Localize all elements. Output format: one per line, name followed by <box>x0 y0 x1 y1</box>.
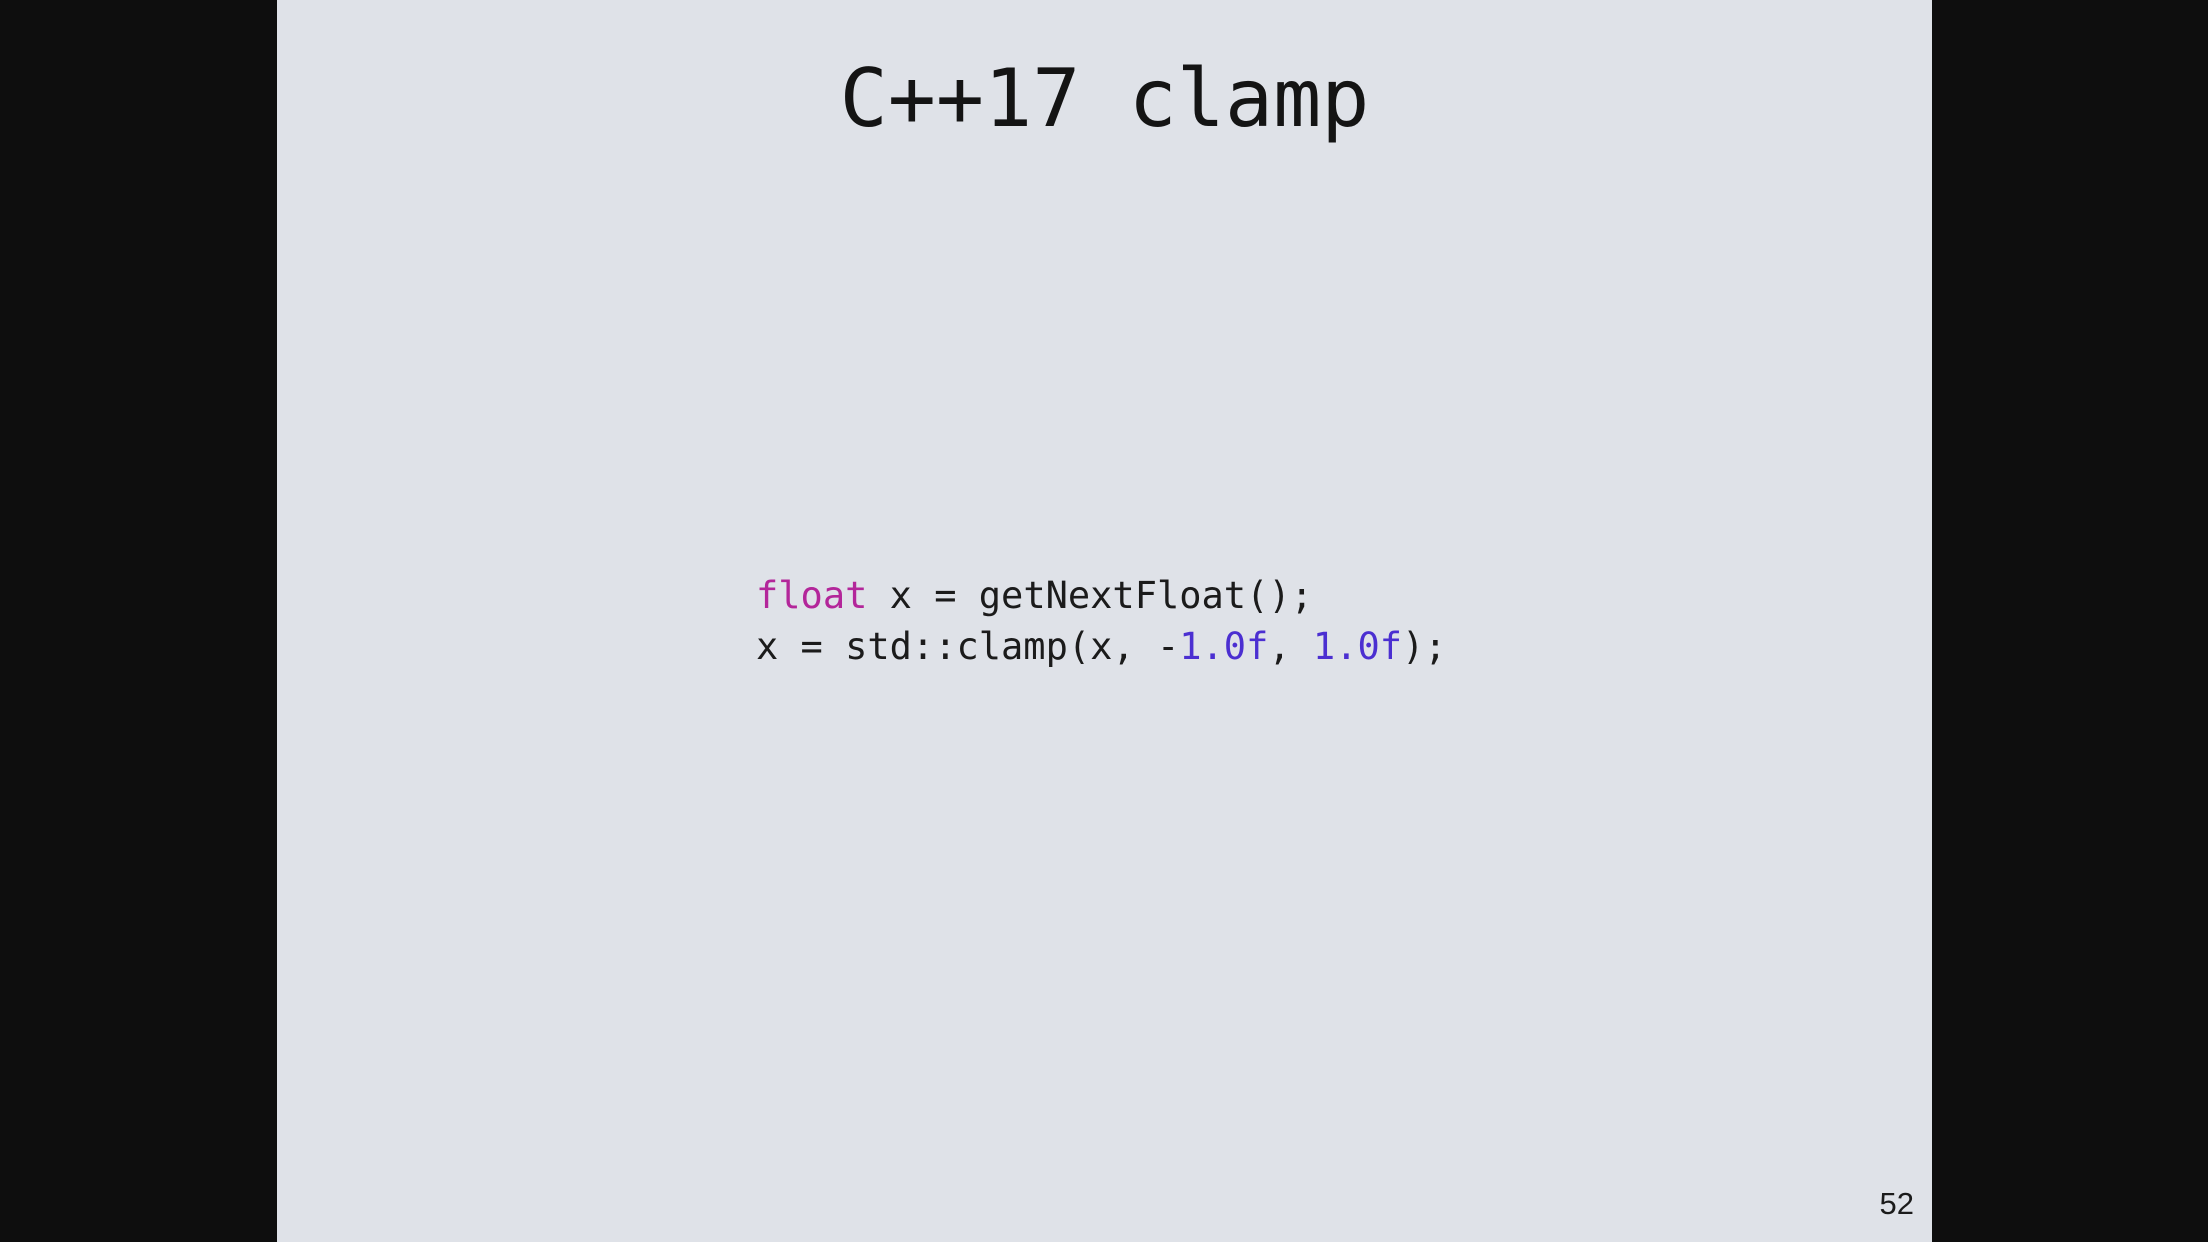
code-line-1: float x = getNextFloat(); <box>756 570 1447 621</box>
code-line-2: x = std::clamp(x, -1.0f, 1.0f); <box>756 621 1447 672</box>
video-frame: C++17 clamp float x = getNextFloat(); x =… <box>0 0 2208 1242</box>
code-token-text: ); <box>1402 625 1447 668</box>
code-block: float x = getNextFloat(); x = std::clamp(… <box>756 570 1447 672</box>
code-token-text: x = std::clamp(x, - <box>756 625 1180 668</box>
slide-page-number: 52 <box>1879 1186 1914 1221</box>
code-token-text: , <box>1268 625 1313 668</box>
code-token-number: 1.0f <box>1179 625 1269 668</box>
code-token-text: x = getNextFloat(); <box>867 574 1313 617</box>
slide-title: C++17 clamp <box>839 52 1370 145</box>
code-token-number: 1.0f <box>1312 625 1403 668</box>
slide: C++17 clamp float x = getNextFloat(); x =… <box>277 0 1932 1242</box>
code-token-keyword: float <box>756 574 868 617</box>
